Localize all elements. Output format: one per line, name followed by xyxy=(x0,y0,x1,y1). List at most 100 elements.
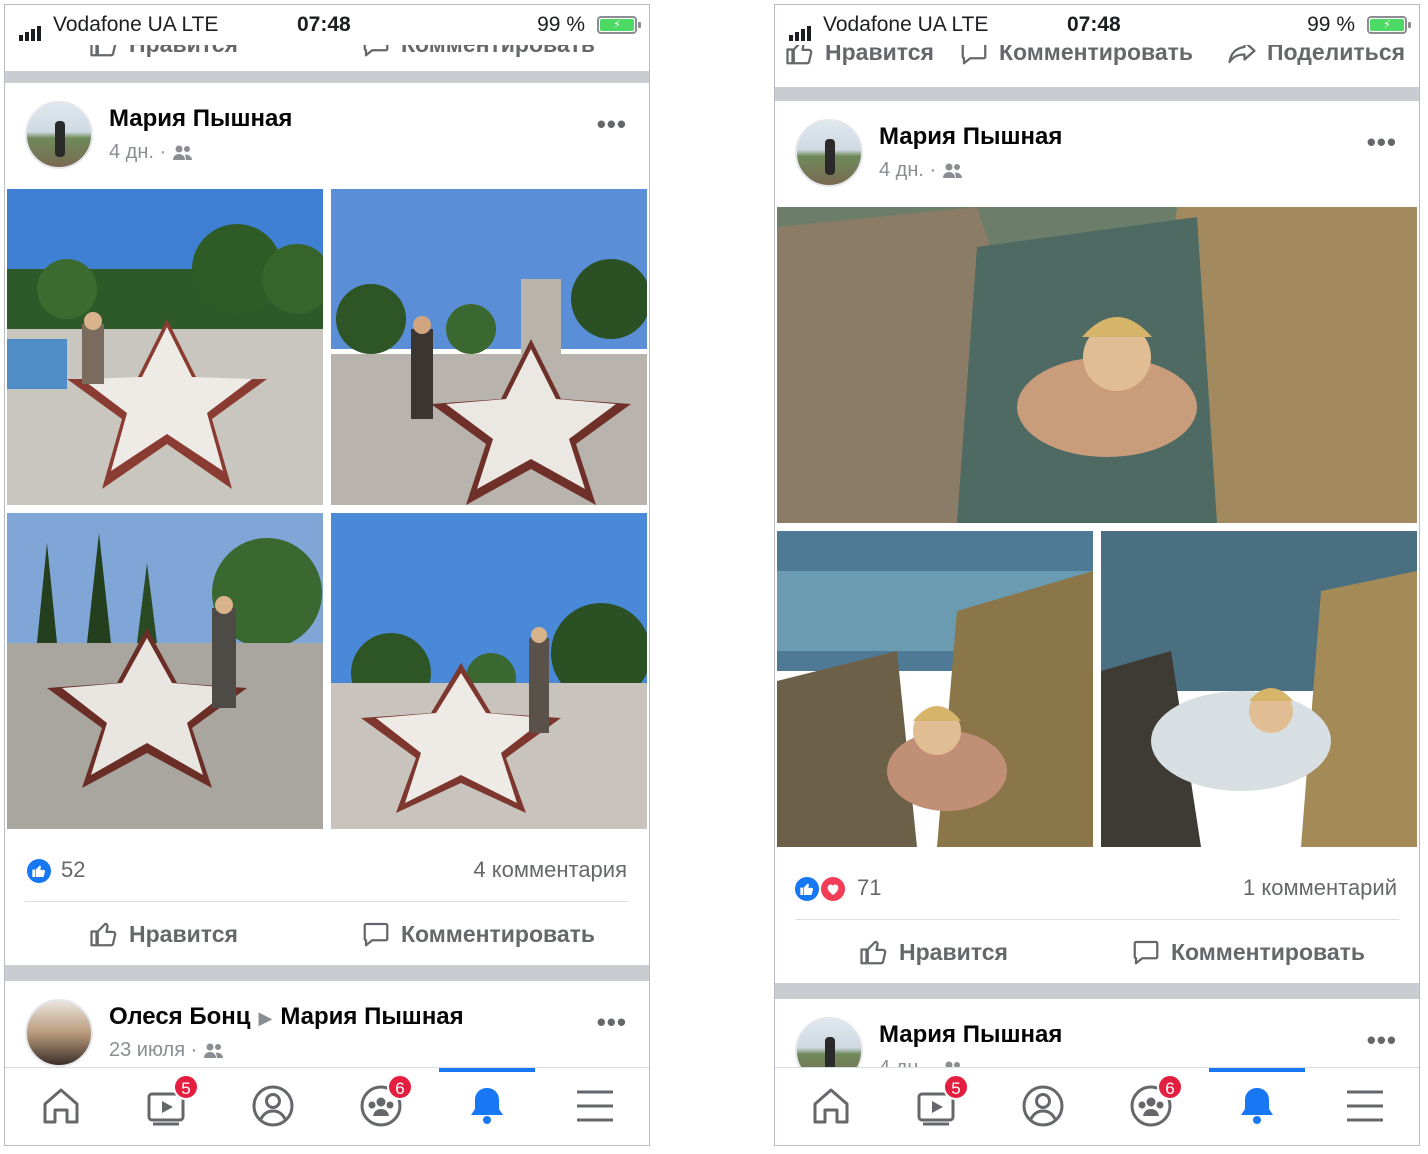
groups-badge: 6 xyxy=(1157,1074,1183,1100)
photo-star-monument xyxy=(7,513,323,829)
post-photo-3[interactable] xyxy=(7,513,323,829)
next-post-header: Олеся Бонц ▶ Мария Пышная 23 июля · ••• xyxy=(5,981,649,1081)
status-bar: Vodafone UA LTE 07:48 99 % ⚡ xyxy=(5,5,649,45)
author-name: Олеся Бонц ▶ Мария Пышная xyxy=(109,1003,464,1031)
like-reaction-icon xyxy=(25,857,53,885)
tab-video[interactable]: 5 xyxy=(143,1074,199,1132)
post-time[interactable]: 23 июля · xyxy=(109,1039,197,1062)
post-photo-3[interactable] xyxy=(1101,531,1417,847)
post-photo-2[interactable] xyxy=(777,531,1093,847)
post-time[interactable]: 4 дн. · xyxy=(879,159,936,182)
hamburger-menu-icon xyxy=(1347,1090,1383,1122)
post-time[interactable]: 4 дн. · xyxy=(109,141,166,164)
author-avatar[interactable] xyxy=(25,999,93,1067)
shared-to-arrow-icon: ▶ xyxy=(258,1008,273,1028)
author-name[interactable]: Олеся Бонц xyxy=(109,1003,251,1030)
post-meta: 4 дн. · xyxy=(109,141,194,164)
love-reaction-icon xyxy=(819,875,847,903)
photo-star-monument xyxy=(331,189,647,505)
post-photo-1[interactable] xyxy=(777,207,1417,523)
photo-sea-rocks xyxy=(777,531,1093,847)
comment-label: Комментировать xyxy=(1171,938,1366,965)
active-tab-indicator xyxy=(1209,1068,1305,1072)
author-name[interactable]: Мария Пышная xyxy=(109,105,292,133)
comment-count[interactable]: 1 комментарий xyxy=(1243,875,1397,901)
tab-notifications[interactable] xyxy=(463,1082,513,1132)
like-button[interactable]: Нравится xyxy=(89,919,238,949)
battery-percent: 99 % xyxy=(1307,13,1355,36)
home-icon xyxy=(813,1088,849,1124)
post-card: Мария Пышная 4 дн. · ••• xyxy=(775,101,1419,983)
tab-profile[interactable] xyxy=(1019,1082,1069,1132)
post-options-button[interactable]: ••• xyxy=(1367,127,1397,158)
comment-label: Комментировать xyxy=(401,920,596,947)
hamburger-menu-icon xyxy=(577,1090,613,1122)
status-bar: Vodafone UA LTE 07:48 99 % ⚡ xyxy=(775,5,1419,45)
reaction-count[interactable]: 52 xyxy=(61,857,85,883)
tab-groups[interactable]: 6 xyxy=(357,1074,413,1132)
like-reaction-icon xyxy=(793,875,821,903)
tab-groups[interactable]: 6 xyxy=(1127,1074,1183,1132)
clock: 07:48 xyxy=(1067,13,1121,36)
photo-star-monument xyxy=(331,513,647,829)
post-options-button[interactable]: ••• xyxy=(1367,1025,1397,1056)
tab-video[interactable]: 5 xyxy=(913,1074,969,1132)
author-avatar[interactable] xyxy=(25,101,93,169)
tab-notifications[interactable] xyxy=(1233,1082,1283,1132)
like-label: Нравится xyxy=(899,938,1008,965)
video-badge: 5 xyxy=(943,1074,969,1100)
carrier-label: Vodafone UA LTE xyxy=(53,13,219,36)
reactions-row: 71 1 комментарий xyxy=(775,859,1419,919)
clock: 07:48 xyxy=(297,13,351,36)
tab-menu[interactable] xyxy=(571,1082,621,1132)
signal-icon xyxy=(19,17,43,41)
post-photo-2[interactable] xyxy=(331,189,647,505)
post-actions: Нравится Комментировать xyxy=(775,923,1419,983)
comment-button[interactable]: Комментировать xyxy=(361,919,595,949)
post-options-button[interactable]: ••• xyxy=(597,109,627,140)
divider xyxy=(795,919,1399,920)
author-name[interactable]: Мария Пышная xyxy=(879,1021,1062,1049)
profile-icon xyxy=(1022,1085,1064,1127)
comment-count[interactable]: 4 комментария xyxy=(473,857,627,883)
reactions-row: 52 4 комментария xyxy=(5,841,649,901)
post-photo-1[interactable] xyxy=(7,189,323,505)
thumbs-up-icon xyxy=(90,922,117,947)
comment-icon xyxy=(1133,940,1159,965)
tab-home[interactable] xyxy=(807,1082,857,1132)
friends-audience-icon xyxy=(204,1043,224,1058)
post-header: Мария Пышная 4 дн. · ••• xyxy=(5,83,649,183)
post-meta: 23 июля · xyxy=(109,1039,225,1062)
tab-profile[interactable] xyxy=(249,1082,299,1132)
reaction-count[interactable]: 71 xyxy=(857,875,881,901)
post-actions: Нравится Комментировать xyxy=(5,905,649,965)
active-tab-indicator xyxy=(439,1068,535,1072)
bottom-tab-bar: 5 6 xyxy=(5,1067,649,1145)
post-header: Мария Пышная 4 дн. · ••• xyxy=(775,101,1419,201)
post-meta: 4 дн. · xyxy=(879,159,964,182)
right-phone-screen: Vodafone UA LTE 07:48 99 % ⚡ Нравится Ко… xyxy=(774,4,1420,1146)
author-name[interactable]: Мария Пышная xyxy=(879,123,1062,151)
photo-sea-rocks xyxy=(1101,531,1417,847)
friends-audience-icon xyxy=(173,145,193,160)
carrier-label: Vodafone UA LTE xyxy=(823,13,989,36)
post-card: Мария Пышная 4 дн. · ••• xyxy=(5,83,649,965)
post-photo-4[interactable] xyxy=(331,513,647,829)
author-avatar[interactable] xyxy=(795,119,863,187)
like-label: Нравится xyxy=(129,920,238,947)
next-post-card: Олеся Бонц ▶ Мария Пышная 23 июля · ••• xyxy=(5,981,649,1081)
like-button[interactable]: Нравится xyxy=(859,937,1008,967)
target-name[interactable]: Мария Пышная xyxy=(280,1003,463,1030)
comment-icon xyxy=(363,922,389,947)
post-options-button[interactable]: ••• xyxy=(597,1007,627,1038)
home-icon xyxy=(43,1088,79,1124)
bell-icon xyxy=(471,1088,503,1124)
tab-menu[interactable] xyxy=(1341,1082,1391,1132)
comment-button[interactable]: Комментировать xyxy=(1131,937,1365,967)
battery-icon: ⚡ xyxy=(597,16,641,34)
photo-sea-rocks xyxy=(777,207,1417,523)
bottom-tab-bar: 5 6 xyxy=(775,1067,1419,1145)
signal-icon xyxy=(789,17,813,41)
tab-home[interactable] xyxy=(37,1082,87,1132)
photo-star-monument xyxy=(7,189,323,505)
